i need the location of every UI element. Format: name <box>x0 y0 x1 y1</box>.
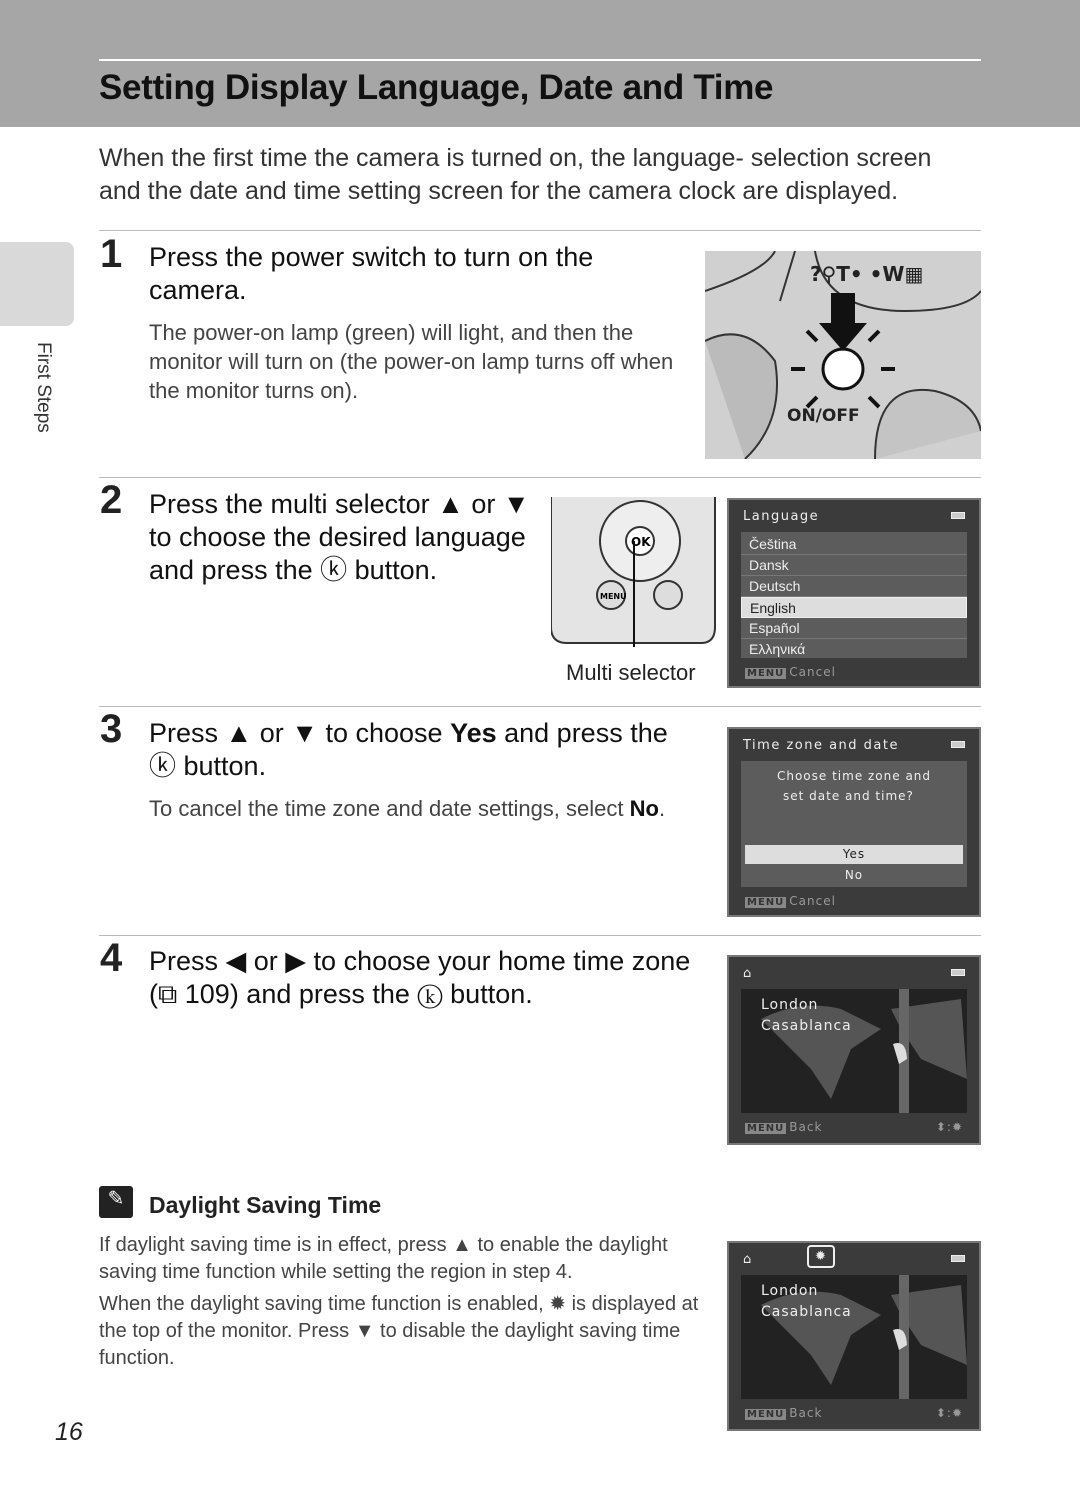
footer-label: Back <box>789 1120 823 1134</box>
note-paragraph: If daylight saving time is in effect, pr… <box>99 1234 668 1283</box>
world-map[interactable]: London Casablanca <box>741 1275 967 1399</box>
home-icon: ⌂ <box>743 1252 753 1267</box>
menu-icon: MENU <box>745 1409 787 1420</box>
menu-icon: MENU <box>745 1123 787 1134</box>
footer-label: Back <box>789 1406 823 1420</box>
step-number: 2 <box>100 478 123 522</box>
svg-text:?⚲T• •W▦: ?⚲T• •W▦ <box>810 262 923 286</box>
world-map-dst-screen: ⌂ ✹ London Casablanca MENU Back ⬍:✹ <box>727 1241 981 1431</box>
battery-icon <box>951 741 965 748</box>
footer-label: Cancel <box>789 894 836 908</box>
list-item[interactable]: Deutsch <box>741 576 967 597</box>
battery-icon <box>951 512 965 519</box>
language-list[interactable]: Čeština Dansk Deutsch English Español Ελ… <box>741 532 967 658</box>
city-name: Casablanca <box>761 1304 852 1320</box>
power-switch-illustration: ON/OFF ?⚲T• •W▦ <box>705 251 981 459</box>
city-name: London <box>761 1283 819 1299</box>
divider <box>99 477 981 478</box>
step-number: 3 <box>100 707 123 751</box>
note-title: Daylight Saving Time <box>149 1192 382 1218</box>
world-map[interactable]: London Casablanca <box>741 989 967 1113</box>
divider <box>99 935 981 936</box>
dst-icon: ⬍:✹ <box>935 1406 963 1420</box>
step-body: The power-on lamp (green) will light, an… <box>149 320 674 403</box>
city-name: London <box>761 997 819 1013</box>
page-number: 16 <box>55 1418 83 1446</box>
prompt-line: Choose time zone and <box>776 769 932 783</box>
divider <box>99 706 981 707</box>
screen-title: Language <box>743 509 820 524</box>
intro-text: When the first time the camera is turned… <box>99 144 932 205</box>
time-zone-screen: Time zone and date Choose time zone and … <box>727 727 981 917</box>
menu-icon: MENU <box>745 897 787 908</box>
list-item-selected[interactable]: English <box>741 597 967 618</box>
screen-title: Time zone and date <box>743 738 899 753</box>
step-heading: Press the power switch to turn on the ca… <box>149 242 594 305</box>
tip-icon: ✎ <box>99 1186 133 1218</box>
language-screen: Language Čeština Dansk Deutsch English E… <box>727 498 981 688</box>
header-rule <box>99 59 981 61</box>
step-heading: Press ▲ or ▼ to choose Yes and press the… <box>149 717 699 783</box>
battery-icon <box>951 969 965 976</box>
no-emphasis: No <box>629 796 659 821</box>
page-title: Setting Display Language, Date and Time <box>99 68 774 107</box>
world-map-screen: ⌂ London Casablanca MENU Back ⬍:✹ <box>727 955 981 1145</box>
dst-indicator-icon: ✹ <box>807 1245 836 1268</box>
option-yes[interactable]: Yes <box>745 845 963 864</box>
side-tab <box>0 242 74 326</box>
step-heading: Press ◀ or ▶ to choose your home time zo… <box>149 946 691 1009</box>
list-item[interactable]: Español <box>741 618 967 639</box>
multi-selector-illustration: OK MENU <box>551 497 716 647</box>
step-heading: Press the multi selector ▲ or ▼ to choos… <box>149 489 530 585</box>
text: . <box>658 796 666 821</box>
step-number: 1 <box>100 232 123 276</box>
city-name: Casablanca <box>761 1018 852 1034</box>
text: To cancel the time zone and date setting… <box>149 796 630 821</box>
multi-selector-callout: Multi selector <box>566 660 696 685</box>
list-item[interactable]: Ελληνικά <box>741 639 967 660</box>
side-tab-label: First Steps <box>33 342 54 433</box>
step-number: 4 <box>100 936 123 980</box>
footer-label: Cancel <box>789 665 836 679</box>
text: Press ▲ or ▼ to choose <box>149 718 451 748</box>
svg-text:MENU: MENU <box>600 592 627 601</box>
list-item[interactable]: Čeština <box>741 534 967 555</box>
prompt-line: set date and time? <box>783 789 914 803</box>
divider <box>99 230 981 231</box>
step-body: To cancel the time zone and date setting… <box>149 794 709 823</box>
note-paragraph: When the daylight saving time function i… <box>99 1293 699 1369</box>
list-item[interactable]: Dansk <box>741 555 967 576</box>
home-icon: ⌂ <box>743 966 753 981</box>
battery-icon <box>951 1255 965 1262</box>
menu-icon: MENU <box>745 668 787 679</box>
yes-emphasis: Yes <box>450 718 497 748</box>
dst-icon: ⬍:✹ <box>935 1120 963 1134</box>
option-no[interactable]: No <box>745 866 963 885</box>
on-off-label: ON/OFF <box>787 406 860 426</box>
